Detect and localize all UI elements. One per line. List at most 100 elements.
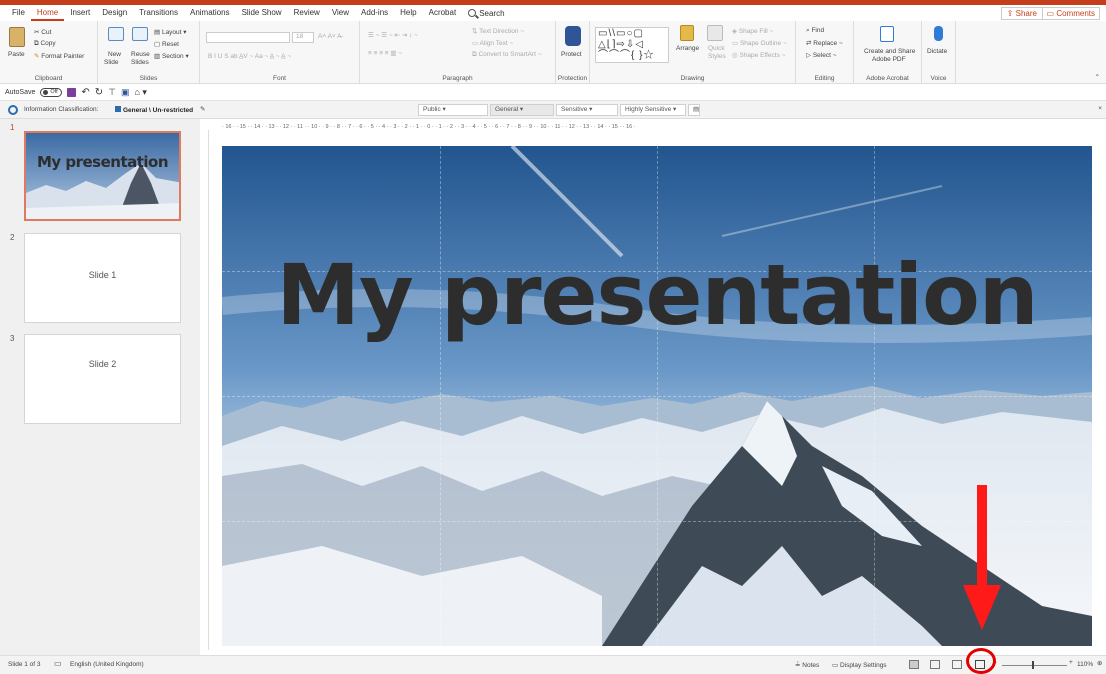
select-button[interactable]: ▷ Select ~ <box>806 51 837 59</box>
paste-label[interactable]: Paste <box>8 51 25 58</box>
tab-animations[interactable]: Animations <box>184 5 236 21</box>
text-direction-button[interactable]: ⇅ Text Direction ~ <box>472 27 524 35</box>
font-size-field[interactable]: 18 <box>292 32 314 43</box>
tab-file[interactable]: File <box>6 5 31 21</box>
level-highly-sensitive[interactable]: Highly Sensitive ▾ <box>620 104 686 116</box>
convert-smartart-button[interactable]: ⧉ Convert to SmartArt ~ <box>472 51 542 59</box>
slide-sorter-icon[interactable] <box>930 660 940 669</box>
font-grow-shrink-buttons[interactable]: A˄ A˅ A̶ <box>318 33 342 40</box>
level-sensitive[interactable]: Sensitive ▾ <box>556 104 618 116</box>
tab-slide-show[interactable]: Slide Show <box>236 5 288 21</box>
shape-outline-button[interactable]: ▭ Shape Outline ~ <box>732 39 787 47</box>
arrange-icon[interactable] <box>680 25 694 41</box>
reuse-slides-icon[interactable] <box>132 27 148 41</box>
notes-button[interactable]: ≟ Notes <box>795 661 819 669</box>
zoom-in-icon[interactable]: + <box>1069 659 1073 666</box>
cut-button[interactable]: ✂ Cut <box>34 28 51 36</box>
alignment-buttons[interactable]: ≡ ≡ ≡ ≡ ▥ ~ <box>368 49 402 57</box>
slides-group: New Slide Reuse Slides ▤ Layout ▾ ▢ Rese… <box>98 21 200 84</box>
arrange-label[interactable]: Arrange <box>676 45 699 52</box>
shape-fill-button[interactable]: ◈ Shape Fill ~ <box>732 27 773 35</box>
tab-add-ins[interactable]: Add-ins <box>355 5 394 21</box>
reading-view-icon[interactable] <box>952 660 962 669</box>
tab-acrobat[interactable]: Acrobat <box>423 5 463 21</box>
touch-mode-icon[interactable]: ▣ <box>121 87 130 98</box>
layout-button[interactable]: ▤ Layout ▾ <box>154 28 187 36</box>
undo-icon[interactable]: ↶ <box>81 87 89 98</box>
protect-icon[interactable] <box>565 26 581 46</box>
tab-review[interactable]: Review <box>288 5 326 21</box>
slide-title[interactable]: My presentation <box>222 246 1092 344</box>
search-box[interactable]: Search <box>462 9 510 18</box>
font-format-buttons[interactable]: B I U S ab A̲V ~ Aa ~ A̲ ~ A̲ ~ <box>208 53 291 60</box>
classification-menu-icon[interactable]: ▤ <box>688 104 700 116</box>
paste-icon[interactable] <box>9 27 25 47</box>
customize-qat-icon[interactable]: ⌂ ▾ <box>135 87 147 98</box>
shapes-gallery[interactable]: ▭\\▭○▢ △⌊⌉⇨⇩◁ ⌒⌒⌒{ }☆ <box>595 27 669 63</box>
shape-effects-label: Shape Effects <box>739 52 780 59</box>
share-button[interactable]: ⇪ Share <box>1000 7 1043 20</box>
find-label: Find <box>811 27 825 34</box>
dictate-label[interactable]: Dictate <box>927 48 947 55</box>
reuse-label-2[interactable]: Slides <box>131 59 149 66</box>
collapse-ribbon-icon[interactable]: ⌃ <box>1095 73 1100 81</box>
paragraph-group: ☰ ~ ☰ ~ ⇤ ⇥ ↕ ~ ≡ ≡ ≡ ≡ ▥ ~ ⇅ Text Direc… <box>360 21 556 84</box>
tab-help[interactable]: Help <box>394 5 422 21</box>
comments-button[interactable]: ▭ Comments <box>1041 7 1100 20</box>
level-public[interactable]: Public ▾ <box>418 104 488 116</box>
redo-icon[interactable]: ↻ <box>95 87 103 98</box>
zoom-slider-thumb[interactable] <box>1032 661 1034 669</box>
display-settings-button[interactable]: ▭ Display Settings <box>832 661 887 669</box>
thumbnail-title-3: Slide 2 <box>88 359 117 369</box>
protect-label[interactable]: Protect <box>561 51 582 58</box>
save-icon[interactable] <box>67 87 77 97</box>
adobe-pdf-label[interactable]: Adobe PDF <box>872 56 906 63</box>
zoom-slider[interactable] <box>1002 665 1067 666</box>
tab-home[interactable]: Home <box>30 6 65 21</box>
new-slide-label-2[interactable]: Slide <box>104 59 118 66</box>
tab-insert[interactable]: Insert <box>64 5 96 21</box>
guide-line <box>222 521 1092 522</box>
list-buttons[interactable]: ☰ ~ ☰ ~ ⇤ ⇥ ↕ ~ <box>368 31 418 39</box>
fit-slide-icon[interactable]: ⊕ <box>1097 659 1102 667</box>
zoom-level[interactable]: 110% <box>1077 661 1093 668</box>
shape-effects-button[interactable]: ◎ Shape Effects ~ <box>732 51 785 59</box>
align-text-button[interactable]: ▭ Align Text ~ <box>472 39 513 47</box>
tab-transitions[interactable]: Transitions <box>133 5 184 21</box>
quick-styles-label-2[interactable]: Styles <box>708 53 726 60</box>
level-general[interactable]: General ▾ <box>490 104 554 116</box>
new-slide-icon[interactable] <box>108 27 124 41</box>
thumbnail-slide-1[interactable]: My presentation <box>24 131 181 221</box>
microphone-icon[interactable] <box>934 26 943 41</box>
autosave-toggle[interactable]: Off <box>40 87 63 97</box>
create-pdf-icon[interactable] <box>880 26 894 42</box>
thumbnail-slide-2[interactable]: Slide 1 <box>24 233 181 323</box>
classification-value[interactable]: General \ Un-restricted <box>115 106 193 114</box>
normal-view-icon[interactable] <box>909 660 919 669</box>
vertical-scrollbar[interactable] <box>1098 130 1104 650</box>
quick-access-toolbar: AutoSave Off ↶ ↻ ⊤ ▣ ⌂ ▾ <box>0 84 1106 101</box>
start-presentation-icon[interactable]: ⊤ <box>108 87 116 98</box>
thumbnail-slide-3[interactable]: Slide 2 <box>24 334 181 424</box>
section-button[interactable]: ▥ Section ▾ <box>154 52 189 60</box>
tab-design[interactable]: Design <box>96 5 133 21</box>
slide-canvas[interactable]: My presentation <box>222 146 1092 646</box>
reset-button[interactable]: ▢ Reset <box>154 40 179 48</box>
replace-button[interactable]: ⇄ Replace ~ <box>806 39 843 47</box>
new-slide-label[interactable]: New <box>108 51 121 58</box>
drawing-group: ▭\\▭○▢ △⌊⌉⇨⇩◁ ⌒⌒⌒{ }☆ Arrange Quick Styles… <box>590 21 796 84</box>
create-share-label[interactable]: Create and Share <box>864 48 915 55</box>
format-painter-button[interactable]: ✎ Format Painter <box>34 52 84 60</box>
voice-group: Dictate Voice <box>922 21 956 84</box>
font-name-field[interactable] <box>206 32 290 43</box>
find-button[interactable]: ⌕ Find <box>806 27 824 35</box>
reuse-label[interactable]: Reuse <box>131 51 150 58</box>
copy-button[interactable]: ⧉ Copy <box>34 40 56 48</box>
close-classification-icon[interactable]: × <box>1098 105 1102 112</box>
accessibility-icon[interactable]: ▭ <box>54 659 62 668</box>
language-indicator[interactable]: English (United Kingdom) <box>70 661 144 668</box>
quick-styles-icon[interactable] <box>707 25 723 41</box>
tab-view[interactable]: View <box>326 5 355 21</box>
edit-classification-icon[interactable]: ✎ <box>200 105 205 113</box>
quick-styles-label[interactable]: Quick <box>708 45 725 52</box>
